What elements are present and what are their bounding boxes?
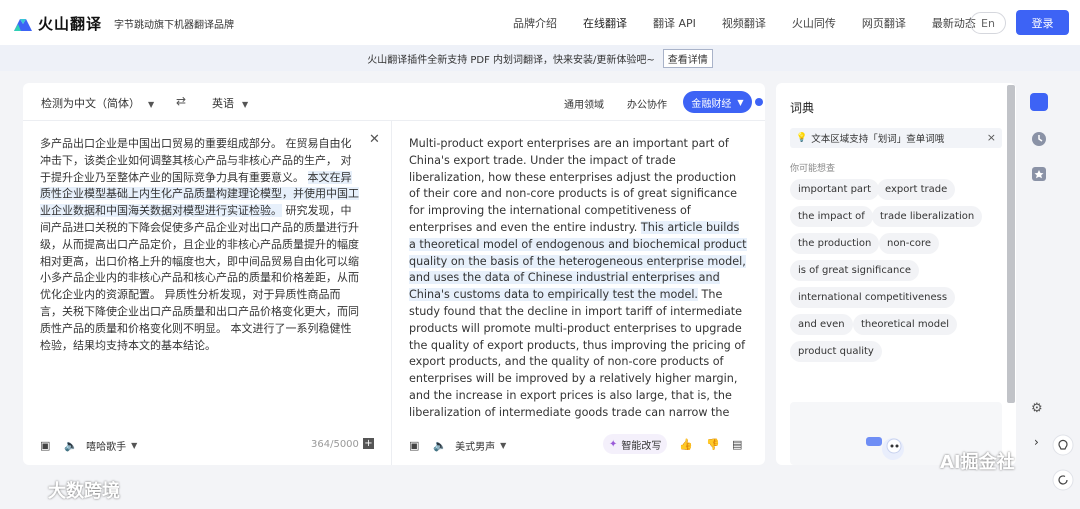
translation-toolbar: 检测为中文（简体） ▼ ⇄ 英语 ▼ 通用领域 办公协作 金融财经 ▼	[23, 83, 765, 121]
logo[interactable]: 火山翻译 字节跳动旗下机器翻译品牌	[12, 13, 234, 34]
clear-icon[interactable]: ✕	[369, 132, 380, 147]
watermark-right: AI掘金社	[940, 452, 1015, 473]
right-toolbar: ⚙ ›	[1020, 83, 1080, 509]
bulb-icon: 💡	[796, 133, 808, 143]
refresh-icon[interactable]	[1052, 469, 1074, 491]
top-navigation-bar: 火山翻译 字节跳动旗下机器翻译品牌 品牌介绍 在线翻译 翻译 API 视频翻译 …	[0, 0, 1080, 45]
translation-panel: 检测为中文（简体） ▼ ⇄ 英语 ▼ 通用领域 办公协作 金融财经 ▼ 多产品出口企业…	[23, 83, 765, 465]
nav-video-translate[interactable]: 视频翻译	[722, 15, 766, 31]
chevron-down-icon: ▼	[148, 100, 155, 109]
brand-name: 火山翻译	[38, 15, 103, 33]
status-dot	[755, 98, 763, 106]
login-button[interactable]: 登录	[1016, 10, 1069, 35]
target-text: The study found that the decline in impo…	[409, 288, 746, 419]
favorites-icon[interactable]	[1030, 165, 1048, 183]
smart-rewrite-button[interactable]: ✦ 智能改写	[603, 434, 668, 454]
volcano-logo-icon	[14, 18, 32, 31]
dictionary-tab-icon[interactable]	[1030, 93, 1048, 111]
suggestion-chip[interactable]: non-core	[879, 233, 940, 254]
speaker-icon[interactable]: 🔈	[64, 439, 78, 452]
target-text-area: Multi-product export enterprises are an …	[409, 136, 749, 421]
chevron-down-icon: ▼	[131, 441, 138, 450]
lightbulb-icon[interactable]	[1052, 434, 1074, 456]
nav-online-translate[interactable]: 在线翻译	[583, 15, 627, 31]
dictionary-tip: 💡 文本区域支持「划词」查单词哦 ×	[790, 128, 1002, 148]
source-footer: ▣ 🔈 嘻哈歌手 ▼	[40, 438, 137, 453]
nav-simultaneous[interactable]: 火山同传	[792, 15, 836, 31]
tip-text: 文本区域支持「划词」查单词哦	[811, 134, 945, 145]
chevron-down-icon: ▼	[737, 97, 744, 107]
banner-details-button[interactable]: 查看详情	[662, 48, 713, 68]
domain-office[interactable]: 办公协作	[627, 96, 667, 111]
nav-web-translate[interactable]: 网页翻译	[862, 15, 906, 31]
source-text: 多产品出口企业是中国出口贸易的重要组成部分。 在贸易自由化冲击下，该类企业如何调…	[40, 137, 352, 184]
target-language-label: 英语	[212, 97, 234, 110]
target-language-select[interactable]: 英语 ▼	[212, 95, 248, 111]
source-text: 研究发现，中间产品进口关税的下降会促使多产品企业对出口产品的质量进行升级，从而提…	[40, 204, 359, 352]
settings-icon[interactable]: ⚙	[1031, 401, 1043, 416]
suggestion-chip[interactable]: the production	[790, 233, 880, 254]
source-language-label: 检测为中文（简体）	[41, 97, 140, 110]
target-footer: ▣ 🔈 美式男声 ▼	[409, 438, 506, 453]
target-voice-select[interactable]: 美式男声	[455, 438, 495, 453]
chevron-down-icon: ▼	[500, 441, 507, 450]
thumbs-up-icon[interactable]: 👍	[679, 438, 693, 451]
suggestion-chip[interactable]: and even	[790, 314, 853, 335]
nav-brand-intro[interactable]: 品牌介绍	[513, 15, 557, 31]
suggestion-chip[interactable]: export trade	[877, 179, 956, 200]
chevron-down-icon: ▼	[242, 100, 249, 109]
domain-general[interactable]: 通用领域	[564, 96, 604, 111]
thumbs-down-icon[interactable]: 👎	[706, 438, 720, 451]
domain-finance-button[interactable]: 金融财经 ▼	[683, 91, 752, 113]
source-text-area[interactable]: 多产品出口企业是中国出口贸易的重要组成部分。 在贸易自由化冲击下，该类企业如何调…	[40, 136, 362, 354]
domain-finance-label: 金融财经	[691, 98, 732, 110]
speaker-icon[interactable]: 🔈	[433, 439, 447, 452]
expand-icon[interactable]: +	[363, 438, 374, 449]
smart-rewrite-label: 智能改写	[621, 440, 662, 452]
brand-slogan: 字节跳动旗下机器翻译品牌	[114, 20, 235, 31]
suggestion-chip[interactable]: product quality	[790, 341, 882, 362]
chevron-right-icon[interactable]: ›	[1034, 435, 1039, 449]
suggestion-chip[interactable]: trade liberalization	[872, 206, 983, 227]
dictionary-scrollbar[interactable]	[1007, 85, 1015, 403]
suggestion-chip[interactable]: the impact of	[790, 206, 873, 227]
copy-icon[interactable]: ▣	[409, 439, 419, 452]
suggestion-chip[interactable]: is of great significance	[790, 260, 919, 281]
close-icon[interactable]: ×	[987, 131, 996, 144]
target-text: Multi-product export enterprises are an …	[409, 137, 738, 234]
book-icon[interactable]: ▤	[732, 438, 742, 451]
sparkle-icon: ✦	[609, 438, 618, 450]
history-icon[interactable]	[1030, 130, 1048, 148]
language-switch-button[interactable]: En	[970, 12, 1006, 34]
nav-translate-api[interactable]: 翻译 API	[653, 15, 696, 31]
suggestion-chip[interactable]: theoretical model	[853, 314, 957, 335]
source-voice-select[interactable]: 嘻哈歌手	[86, 438, 126, 453]
banner-text: 火山翻译插件全新支持 PDF 内划词翻译，快来安装/更新体验吧~	[367, 54, 655, 66]
char-count: 364/5000	[311, 439, 359, 450]
watermark-left: 大数跨境	[48, 481, 120, 502]
panel-divider	[391, 121, 392, 465]
swap-icon[interactable]: ⇄	[176, 94, 186, 108]
copy-icon[interactable]: ▣	[40, 439, 50, 452]
main-nav: 品牌介绍 在线翻译 翻译 API 视频翻译 火山同传 网页翻译 最新动态	[500, 15, 989, 31]
announcement-banner: 火山翻译插件全新支持 PDF 内划词翻译，快来安装/更新体验吧~ 查看详情	[0, 45, 1080, 71]
suggestions-label: 你可能想查	[790, 164, 836, 174]
suggestion-chip[interactable]: important part	[790, 179, 880, 200]
dictionary-title: 词典	[790, 101, 815, 115]
suggestion-chip[interactable]: international competitiveness	[790, 287, 956, 308]
source-language-select[interactable]: 检测为中文（简体） ▼	[41, 95, 154, 111]
